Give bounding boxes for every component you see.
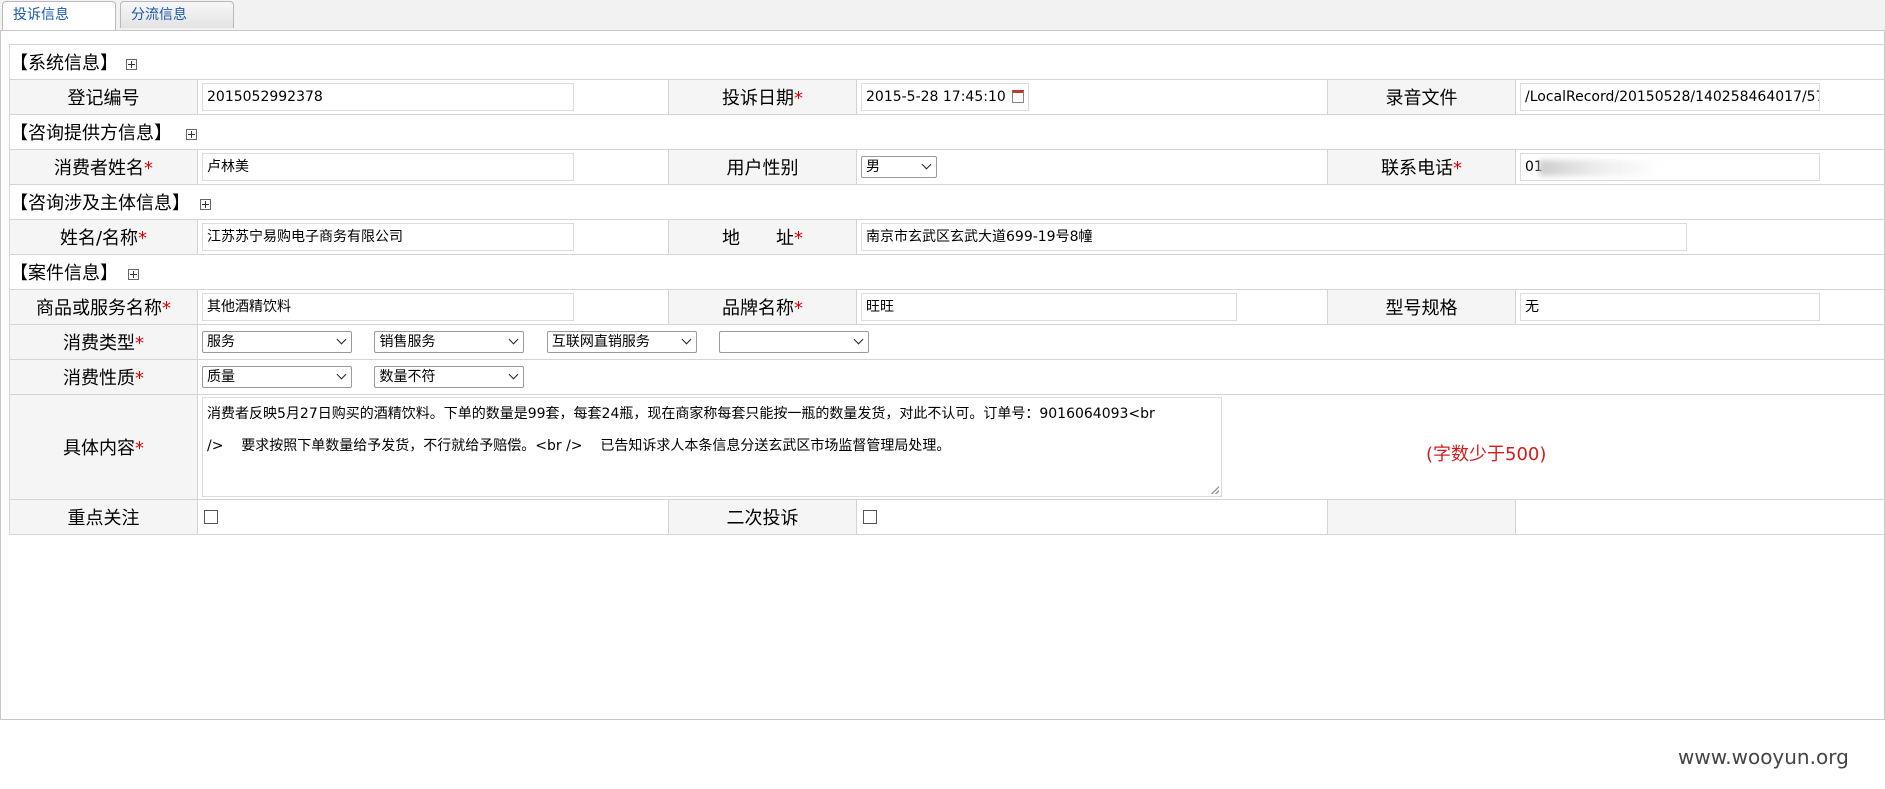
- gender-label: 用户性别: [668, 149, 857, 185]
- empty-label-cell: [1327, 499, 1516, 535]
- required-mark: *: [794, 88, 803, 109]
- subject-name-field[interactable]: 江苏苏宁易购电子商务有限公司: [202, 223, 574, 251]
- required-mark: *: [135, 438, 144, 459]
- required-mark: *: [144, 158, 153, 179]
- section-row-case: 【案件信息】: [8, 254, 1885, 290]
- tab-bar: 投诉信息 分流信息: [0, 0, 1885, 31]
- content-label: 具体内容: [63, 438, 135, 459]
- subject-name-label: 姓名/名称: [59, 228, 139, 249]
- form-row: 登记编号 2015052992378 投诉日期* 2015-5-28 17:45…: [9, 79, 1885, 115]
- content-line: /> 要求按照下单数量给予发货，不行就给予赔偿。<br /> 已告知诉求人本条信…: [207, 438, 951, 454]
- required-mark: *: [135, 333, 144, 354]
- focus-label: 重点关注: [9, 499, 198, 535]
- model-field[interactable]: 无: [1520, 293, 1820, 321]
- section-row-system: 【系统信息】: [8, 44, 1885, 80]
- form-row: 消费类型* 服务 销售服务 互联网直销服务: [9, 324, 1885, 360]
- brand-field[interactable]: 旺旺: [861, 293, 1237, 321]
- consumer-name-label: 消费者姓名: [54, 158, 144, 179]
- form-row: 具体内容* 消费者反映5月27日购买的酒精饮料。下单的数量是99套，每套24瓶，…: [9, 394, 1885, 500]
- expand-plus-icon[interactable]: [126, 59, 137, 70]
- chevron-down-icon: [681, 334, 692, 345]
- product-field[interactable]: 其他酒精饮料: [202, 293, 574, 321]
- form-panel: 【系统信息】 登记编号 2015052992378 投诉日期* 2015-5-2…: [0, 30, 1885, 720]
- redaction-blur: [1539, 160, 1659, 176]
- model-label: 型号规格: [1327, 289, 1516, 325]
- record-label: 录音文件: [1327, 79, 1516, 115]
- reg-no-field[interactable]: 2015052992378: [202, 83, 574, 111]
- consume-type-select-2[interactable]: 销售服务: [374, 331, 525, 353]
- gender-value: 男: [866, 159, 880, 175]
- expand-plus-icon[interactable]: [186, 129, 197, 140]
- consume-type-select-3[interactable]: 互联网直销服务: [546, 331, 697, 353]
- resize-grip-icon[interactable]: [1211, 486, 1219, 494]
- chevron-down-icon: [853, 334, 864, 345]
- reg-no-label: 登记编号: [9, 79, 198, 115]
- chevron-down-icon: [336, 369, 347, 380]
- section-title-system: 【系统信息】: [10, 53, 118, 74]
- tab-routing-info[interactable]: 分流信息: [120, 1, 234, 28]
- expand-plus-icon[interactable]: [200, 199, 211, 210]
- date-value: 2015-5-28 17:45:10: [866, 89, 1006, 105]
- required-mark: *: [794, 228, 803, 249]
- section-row-subject: 【咨询涉及主体信息】: [8, 184, 1885, 220]
- required-mark: *: [135, 368, 144, 389]
- required-mark: *: [162, 298, 171, 319]
- complaint-form: 【系统信息】 登记编号 2015052992378 投诉日期* 2015-5-2…: [8, 44, 1885, 535]
- consume-type-select-4[interactable]: [719, 331, 870, 353]
- date-label: 投诉日期: [722, 88, 794, 109]
- content-line: 消费者反映5月27日购买的酒精饮料。下单的数量是99套，每套24瓶，现在商家称每…: [207, 406, 1155, 422]
- consumer-name-field[interactable]: 卢林美: [202, 153, 574, 181]
- required-mark: *: [138, 228, 148, 249]
- gender-select[interactable]: 男: [861, 156, 937, 178]
- chevron-down-icon: [509, 334, 519, 345]
- chevron-down-icon: [921, 159, 932, 170]
- phone-field[interactable]: 01: [1520, 153, 1820, 181]
- consume-type-label: 消费类型: [63, 333, 135, 354]
- consume-type-select-1[interactable]: 服务: [202, 331, 352, 353]
- section-row-provider: 【咨询提供方信息】: [8, 114, 1885, 150]
- section-title-provider: 【咨询提供方信息】: [10, 123, 172, 144]
- form-row: 商品或服务名称* 其他酒精饮料 品牌名称* 旺旺 型号规格 无: [9, 289, 1885, 325]
- address-label: 地 址: [722, 228, 794, 249]
- required-mark: *: [794, 298, 803, 319]
- form-row: 重点关注 二次投诉: [9, 499, 1885, 535]
- select-value: 互联网直销服务: [551, 334, 650, 350]
- select-value: 销售服务: [379, 334, 436, 350]
- chevron-down-icon: [509, 369, 519, 380]
- select-value: 数量不符: [379, 369, 436, 385]
- watermark: www.wooyun.org: [1678, 745, 1849, 769]
- consume-nature-label: 消费性质: [63, 368, 135, 389]
- section-title-subject: 【咨询涉及主体信息】: [10, 193, 190, 214]
- second-complaint-checkbox[interactable]: [863, 510, 877, 524]
- phone-label: 联系电话: [1381, 158, 1453, 179]
- expand-plus-icon[interactable]: [128, 269, 139, 280]
- product-label: 商品或服务名称: [36, 298, 162, 319]
- select-value: 服务: [207, 334, 235, 350]
- required-mark: *: [1453, 158, 1462, 179]
- form-row: 消费性质* 质量 数量不符: [9, 359, 1885, 395]
- section-title-case: 【案件信息】: [10, 263, 118, 284]
- form-row: 消费者姓名* 卢林美 用户性别 男 联系电话* 01: [9, 149, 1885, 185]
- tab-complaint-info[interactable]: 投诉信息: [2, 1, 116, 30]
- calendar-icon[interactable]: [1012, 90, 1024, 103]
- chevron-down-icon: [336, 334, 347, 345]
- content-length-hint: (字数少于500): [1426, 444, 1547, 465]
- form-row: 姓名/名称* 江苏苏宁易购电子商务有限公司 地 址* 南京市玄武区玄武大道699…: [9, 219, 1885, 255]
- select-value: 质量: [207, 369, 235, 385]
- brand-label: 品牌名称: [722, 298, 794, 319]
- consume-nature-select-1[interactable]: 质量: [202, 366, 352, 388]
- date-field[interactable]: 2015-5-28 17:45:10: [861, 83, 1029, 111]
- record-field[interactable]: /LocalRecord/20150528/140258464017/57517: [1520, 83, 1820, 111]
- second-complaint-label: 二次投诉: [668, 499, 857, 535]
- focus-checkbox[interactable]: [204, 510, 218, 524]
- consume-nature-select-2[interactable]: 数量不符: [374, 366, 525, 388]
- address-field[interactable]: 南京市玄武区玄武大道699-19号8幢: [861, 223, 1687, 251]
- content-textarea[interactable]: 消费者反映5月27日购买的酒精饮料。下单的数量是99套，每套24瓶，现在商家称每…: [202, 397, 1222, 497]
- empty-value-cell: [1514, 499, 1885, 535]
